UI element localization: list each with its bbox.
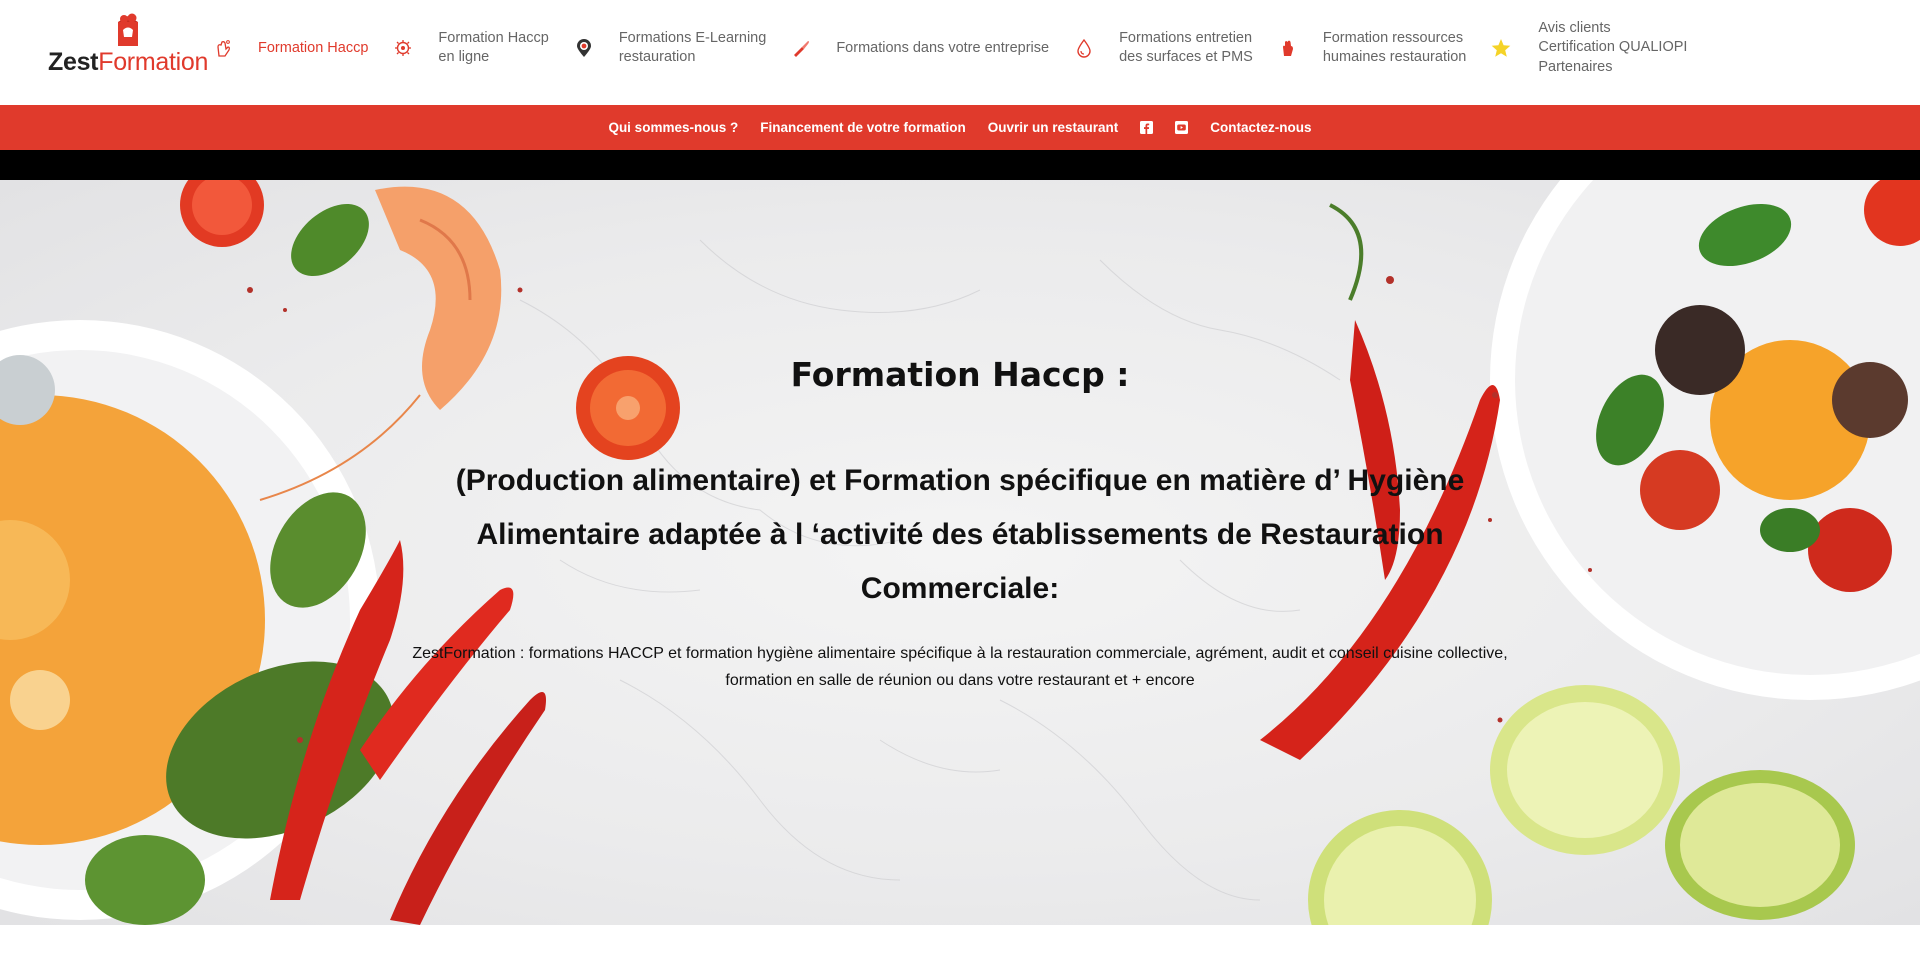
nav-label: Formations entretien des surfaces et PMS: [1119, 30, 1253, 65]
youtube-icon[interactable]: [1175, 121, 1189, 134]
location-pin-icon: [573, 37, 595, 59]
subnav-link-qui-sommes-nous[interactable]: Qui sommes-nous ?: [608, 120, 738, 135]
black-separator: [0, 150, 1920, 180]
logo-text-formation: Formation: [98, 48, 209, 76]
secondary-nav: Qui sommes-nous ? Financement de votre f…: [0, 105, 1920, 150]
hero-title: Formation Haccp :: [790, 355, 1130, 394]
nav-label: Formations E-Learning restauration: [618, 30, 767, 65]
zestformation-logo[interactable]: ZestFormation: [48, 10, 208, 80]
nav-item-formations-entretien[interactable]: Formations entretien des surfaces et PMS: [1073, 29, 1253, 67]
chef-book-icon: [118, 13, 138, 46]
hand-wash-icon: [212, 37, 234, 59]
nav-item-formation-haccp-en-ligne[interactable]: Formation Haccp en ligne: [392, 29, 549, 67]
hero-subtitle: (Production alimentaire) et Formation sp…: [455, 464, 1465, 605]
subnav-link-financement[interactable]: Financement de votre formation: [760, 120, 966, 135]
star-icon: [1490, 37, 1512, 59]
nav-extra-links: Avis clients Certification QUALIOPI Part…: [1538, 19, 1687, 78]
virus-icon: [392, 37, 414, 59]
facebook-icon[interactable]: [1140, 121, 1154, 134]
hand-icon: [1277, 37, 1299, 59]
nav-item-formations-e-learning[interactable]: Formations E-Learning restauration: [573, 29, 767, 67]
nav-label: Formation ressources humaines restauratio…: [1322, 30, 1467, 65]
nav-item-formations-entreprise[interactable]: Formations dans votre entreprise: [790, 37, 1049, 59]
nav-link-certification-qualiopi[interactable]: Certification QUALIOPI: [1538, 38, 1687, 58]
logo-wordmark: ZestFormation: [48, 48, 208, 77]
hero-description: ZestFormation : formations HACCP et form…: [390, 640, 1530, 694]
nav-label: Formation Haccp en ligne: [438, 30, 549, 65]
nav-label: Formation Haccp: [258, 39, 369, 56]
subnav-link-ouvrir-restaurant[interactable]: Ouvrir un restaurant: [988, 120, 1119, 135]
content-start: [0, 925, 1920, 968]
chef-knife-icon: [790, 37, 812, 59]
hero-description-line2: formation en salle de réunion ou dans vo…: [725, 672, 1195, 689]
nav-link-avis-clients[interactable]: Avis clients: [1538, 19, 1687, 39]
nav-item-formation-ressources-humaines[interactable]: Formation ressources humaines restauratio…: [1277, 29, 1466, 67]
main-nav: Formation Haccp Formation Haccp en ligne …: [212, 0, 1687, 96]
hero-description-line1: ZestFormation : formations HACCP et form…: [412, 645, 1508, 662]
hero-banner: Formation Haccp : (Production alimentair…: [0, 180, 1920, 925]
water-drop-icon: [1073, 37, 1095, 59]
logo-text-zest: Zest: [48, 48, 99, 76]
nav-label: Formations dans votre entreprise: [836, 39, 1050, 56]
nav-link-partenaires[interactable]: Partenaires: [1538, 58, 1687, 78]
nav-item-formation-haccp[interactable]: Formation Haccp: [212, 37, 368, 59]
site-header: ZestFormation Formation Haccp Formation …: [0, 0, 1920, 105]
subnav-link-contactez-nous[interactable]: Contactez-nous: [1210, 120, 1311, 135]
